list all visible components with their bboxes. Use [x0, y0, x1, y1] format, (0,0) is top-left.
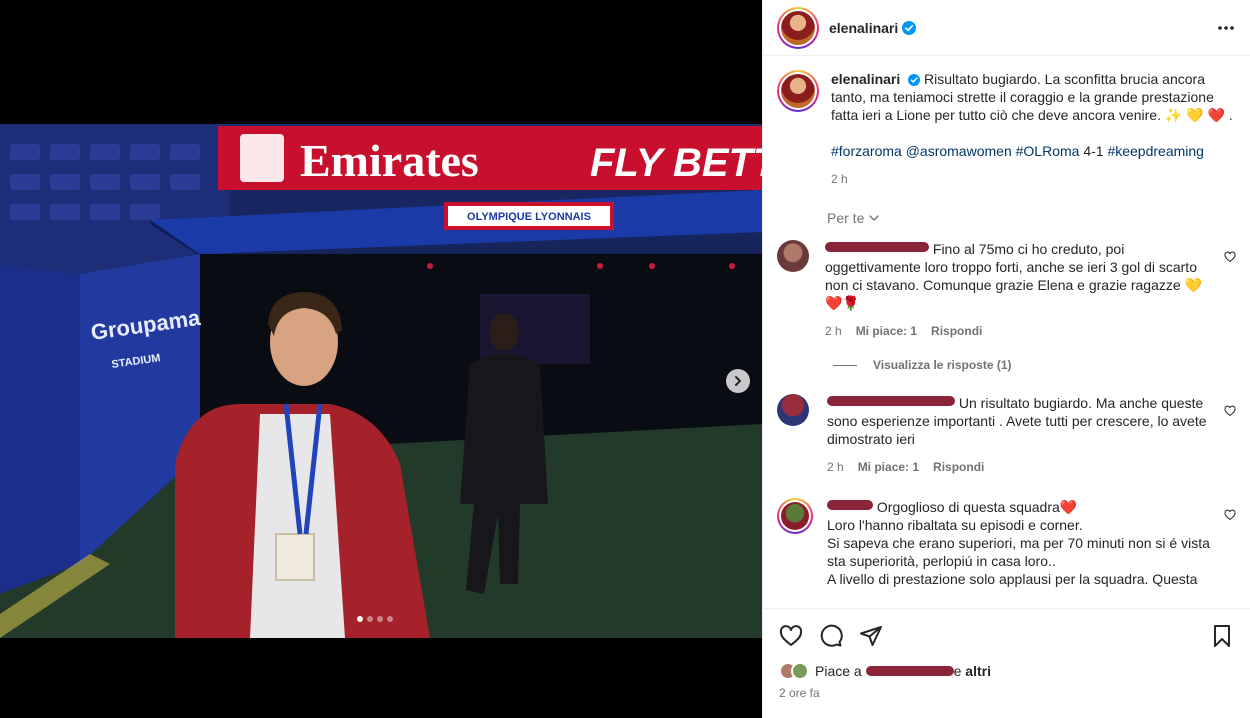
- comment-icon[interactable]: [819, 624, 843, 648]
- post-timestamp: 2 ore fa: [779, 686, 820, 700]
- author-avatar[interactable]: [777, 6, 819, 49]
- save-bookmark-icon[interactable]: [1210, 624, 1234, 648]
- comment-text: Loro l'hanno ribaltata su episodi e corn…: [827, 517, 1083, 533]
- sort-label: Per te: [827, 210, 865, 226]
- author-username[interactable]: elenalinari: [829, 20, 898, 36]
- comment-item: Un risultato bugiardo. Ma anche queste s…: [763, 394, 1250, 476]
- like-post-icon[interactable]: [779, 624, 803, 648]
- commenter-avatar[interactable]: [777, 240, 809, 272]
- commenter-avatar[interactable]: [777, 498, 813, 534]
- chevron-right-icon: [735, 376, 741, 386]
- comment-text: Si sapeva che erano superiori, ma per 70…: [827, 535, 1210, 569]
- carousel-dot: [377, 616, 383, 622]
- mention-link[interactable]: @asromawomen: [906, 143, 1012, 159]
- liker-avatar: [791, 662, 809, 680]
- caption-time: 2 h: [831, 172, 848, 186]
- redacted-username: [827, 500, 873, 510]
- like-comment-icon[interactable]: [1224, 508, 1236, 526]
- instagram-post-view: Emirates FLY BETTE OLYMPIQUE LYONNAIS Gr…: [0, 0, 1250, 718]
- likes-prefix: Piace a: [815, 663, 862, 679]
- hashtag-link[interactable]: #forzaroma: [831, 143, 902, 159]
- comment-time: 2 h: [825, 324, 842, 338]
- likes-others-link[interactable]: altri: [965, 663, 991, 679]
- banner-emirates: Emirates: [300, 135, 479, 186]
- redacted-username: [827, 396, 955, 406]
- tunnel-sign: OLYMPIQUE LYONNAIS: [467, 211, 591, 223]
- caption-hashtags: #forzaroma @asromawomen #OLRoma 4-1 #kee…: [831, 142, 1235, 160]
- comment-meta: 2 h Mi piace: 1 Rispondi: [825, 322, 1213, 340]
- carousel-dot: [387, 616, 393, 622]
- caption-author-avatar[interactable]: [777, 70, 819, 112]
- post-header: elenalinari: [763, 0, 1250, 56]
- chevron-down-icon: [869, 215, 880, 221]
- share-icon[interactable]: [859, 624, 883, 648]
- score-text: 4-1: [1083, 143, 1104, 159]
- comment-item: Orgoglioso di questa squadra❤️ Loro l'ha…: [763, 498, 1250, 588]
- media-area: Emirates FLY BETTE OLYMPIQUE LYONNAIS Gr…: [0, 0, 762, 718]
- post-photo: Emirates FLY BETTE OLYMPIQUE LYONNAIS Gr…: [0, 124, 762, 638]
- like-comment-icon[interactable]: [1224, 250, 1236, 268]
- carousel-indicator: [357, 616, 393, 622]
- carousel-dot: [367, 616, 373, 622]
- comment-likes[interactable]: Mi piace: 1: [856, 322, 917, 340]
- comment-text: Orgoglioso di questa squadra❤️: [876, 499, 1078, 515]
- comment-text: A livello di prestazione solo applausi p…: [827, 571, 1198, 587]
- comment-item: Fino al 75mo ci ho creduto, poi oggettiv…: [763, 240, 1250, 340]
- post-side-panel: elenalinari elenalinari Risultato bugiar…: [762, 0, 1250, 718]
- more-options-icon[interactable]: [1216, 18, 1236, 38]
- banner-fly-better: FLY BETTE: [590, 141, 762, 185]
- redacted-username: [825, 242, 929, 252]
- likes-suffix: e: [953, 663, 962, 679]
- hashtag-link[interactable]: #OLRoma: [1016, 143, 1080, 159]
- view-replies-button[interactable]: Visualizza le risposte (1): [833, 358, 1250, 372]
- comments-sort-dropdown[interactable]: Per te: [827, 210, 1250, 226]
- reply-button[interactable]: Rispondi: [933, 458, 984, 476]
- post-actions-bar: [763, 608, 1250, 662]
- caption-username[interactable]: elenalinari: [831, 71, 900, 87]
- like-comment-icon[interactable]: [1224, 404, 1236, 422]
- verified-badge-icon: [908, 74, 921, 86]
- view-replies-label: Visualizza le risposte (1): [873, 358, 1012, 372]
- comment-likes[interactable]: Mi piace: 1: [858, 458, 919, 476]
- reply-button[interactable]: Rispondi: [931, 322, 982, 340]
- post-caption: elenalinari Risultato bugiardo. La sconf…: [763, 56, 1250, 188]
- next-media-button[interactable]: [726, 369, 750, 393]
- carousel-dot: [357, 616, 363, 622]
- commenter-avatar[interactable]: [777, 394, 809, 426]
- comment-meta: 2 h Mi piace: 1 Rispondi: [827, 458, 1215, 476]
- hashtag-link[interactable]: #keepdreaming: [1107, 143, 1204, 159]
- verified-badge-icon: [902, 20, 917, 35]
- redacted-username[interactable]: [865, 666, 954, 676]
- comments-scroll-area[interactable]: elenalinari Risultato bugiardo. La sconf…: [763, 56, 1250, 608]
- comment-time: 2 h: [827, 460, 844, 474]
- likes-summary: Piace a e altri: [779, 662, 1234, 680]
